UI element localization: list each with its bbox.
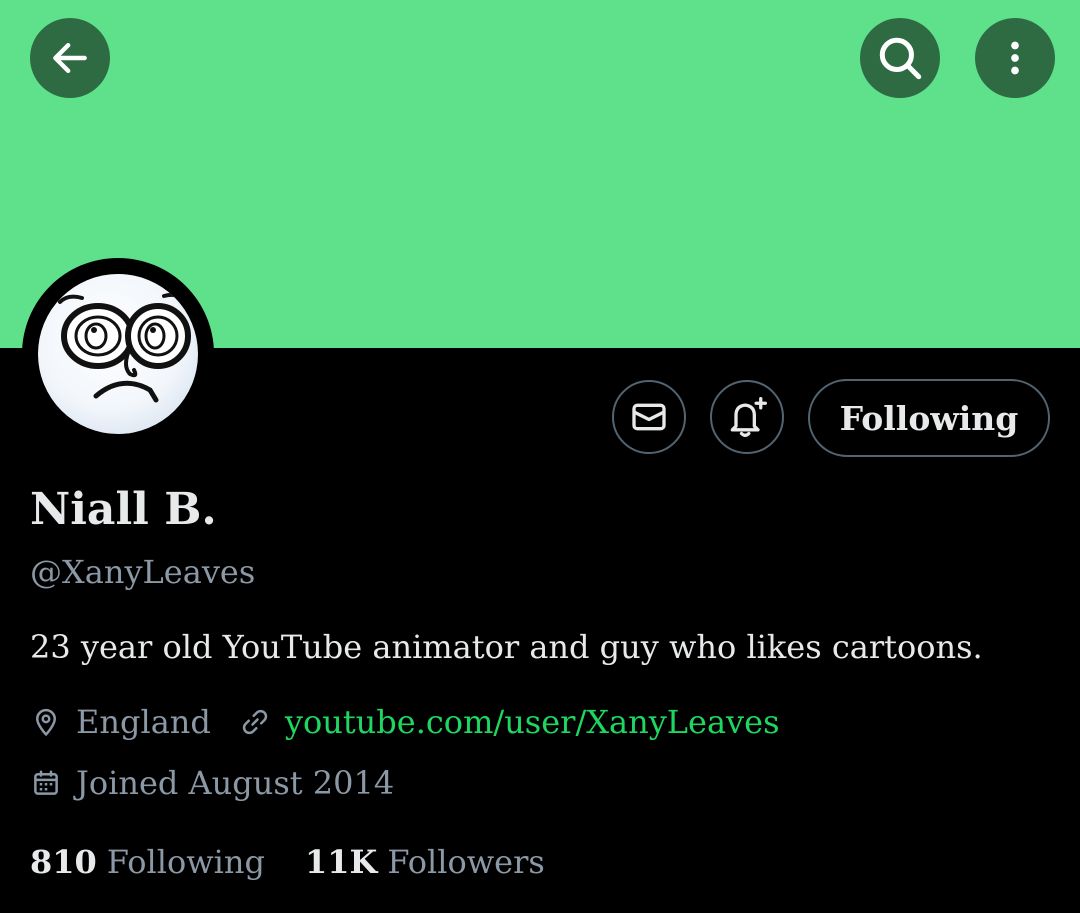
followers-label: Followers bbox=[387, 843, 545, 881]
following-stat-link[interactable]: 810 Following bbox=[30, 841, 265, 883]
search-icon bbox=[879, 37, 922, 80]
avatar-cartoon-face bbox=[58, 292, 191, 403]
back-button[interactable] bbox=[30, 18, 110, 98]
avatar-frame[interactable] bbox=[22, 258, 214, 450]
profile-stats: 810 Following 11K Followers bbox=[30, 841, 545, 883]
more-vertical-icon bbox=[1011, 41, 1019, 75]
location-pin-icon bbox=[30, 706, 62, 738]
calendar-icon bbox=[30, 767, 62, 799]
link-icon bbox=[239, 706, 271, 738]
user-handle: @XanyLeaves bbox=[30, 553, 256, 591]
back-arrow-icon bbox=[53, 42, 87, 74]
search-button[interactable] bbox=[860, 18, 940, 98]
location-text: England bbox=[76, 703, 211, 741]
website-link[interactable]: youtube.com/user/XanyLeaves bbox=[285, 701, 780, 743]
bell-plus-icon bbox=[730, 397, 767, 437]
following-label: Following bbox=[106, 843, 265, 881]
profile-bio: 23 year old YouTube animator and guy who… bbox=[30, 628, 983, 666]
more-options-button[interactable] bbox=[975, 18, 1055, 98]
mail-icon bbox=[632, 403, 666, 431]
profile-page: Following Niall B. @XanyLeaves 23 year o… bbox=[0, 0, 1080, 913]
followers-count: 11K bbox=[304, 843, 378, 881]
display-name: Niall B. bbox=[30, 484, 217, 535]
profile-meta-row: England youtube.com/user/XanyLeaves bbox=[30, 701, 779, 743]
avatar[interactable] bbox=[38, 274, 198, 434]
profile-joined-row: Joined August 2014 bbox=[30, 762, 394, 804]
following-count: 810 bbox=[30, 843, 97, 881]
notifications-button[interactable] bbox=[710, 380, 784, 454]
message-button[interactable] bbox=[612, 380, 686, 454]
following-button[interactable]: Following bbox=[808, 379, 1050, 457]
followers-stat-link[interactable]: 11K Followers bbox=[305, 841, 545, 883]
joined-date-text: Joined August 2014 bbox=[76, 764, 395, 802]
